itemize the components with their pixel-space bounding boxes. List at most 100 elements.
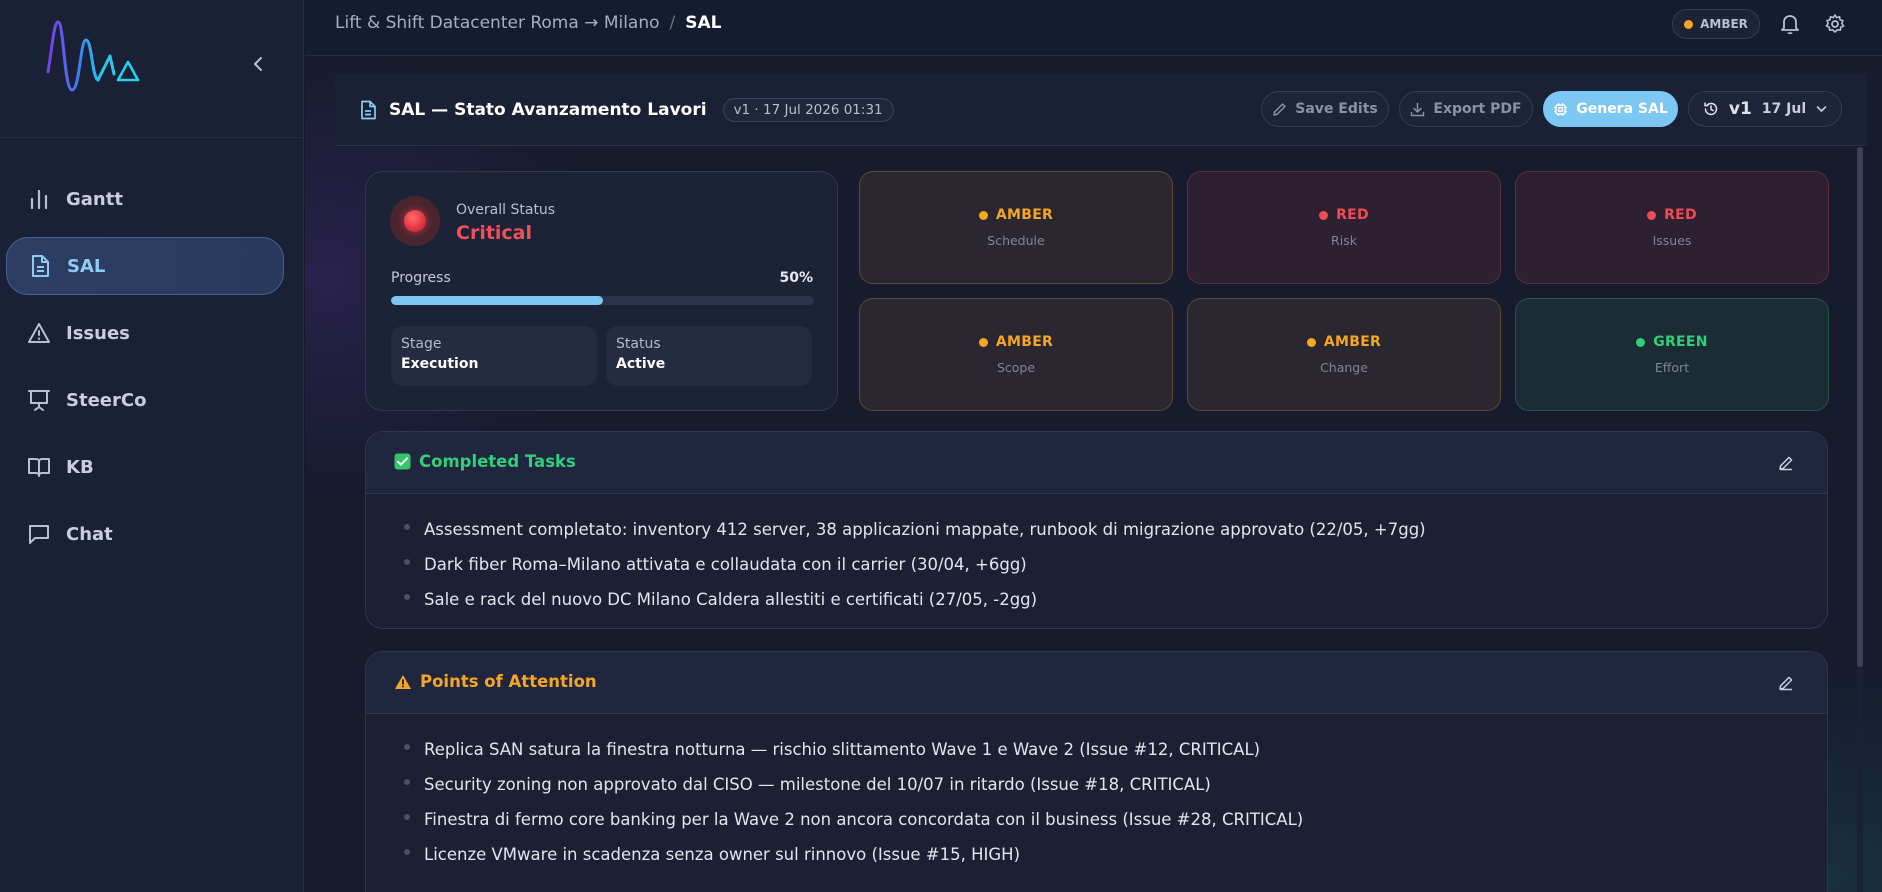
version-selector-value: v1 (1728, 99, 1752, 119)
rag-label: Change (1320, 360, 1368, 375)
book-icon (26, 454, 52, 480)
sidebar-nav: Gantt SAL Issues SteerCo KB Chat (0, 138, 303, 563)
notifications-button[interactable] (1778, 12, 1802, 36)
chevron-left-icon (254, 57, 262, 71)
status-badge-label: AMBER (1700, 17, 1748, 31)
bell-icon (1781, 15, 1799, 35)
sidebar-item-label: SAL (67, 255, 106, 277)
page-title: SAL — Stato Avanzamento Lavori (389, 100, 707, 120)
bullet (404, 558, 410, 565)
version-badge: v1 · 17 Jul 2026 01:31 (722, 98, 894, 122)
sidebar: Gantt SAL Issues SteerCo KB Chat (0, 0, 304, 892)
app-logo (46, 20, 140, 92)
sidebar-item-sal[interactable]: SAL (6, 237, 284, 295)
rag-status: AMBER (995, 207, 1054, 223)
pencil-icon (1779, 456, 1793, 471)
sidebar-item-issues[interactable]: Issues (6, 304, 284, 362)
genera-sal-button[interactable]: Genera SAL (1543, 91, 1678, 127)
rag-tile-effort: GREEN Effort (1515, 298, 1829, 411)
chip-icon (1554, 102, 1568, 116)
rag-label: Risk (1331, 233, 1357, 248)
rag-dot (1647, 210, 1657, 220)
breadcrumb-current: SAL (685, 13, 722, 33)
project-status-badge: AMBER (1672, 9, 1760, 39)
status-dot (1684, 19, 1694, 29)
bullet (404, 778, 410, 785)
list-item: Licenze VMware in scadenza senza owner s… (404, 837, 1827, 872)
rag-dot (1319, 210, 1329, 220)
sidebar-item-label: KB (66, 456, 94, 478)
completed-tasks-list: Assessment completato: inventory 412 ser… (366, 494, 1827, 617)
rag-status: AMBER (1323, 334, 1382, 350)
collapse-sidebar-button[interactable] (244, 50, 272, 78)
main-content: SAL — Stato Avanzamento Lavori v1 · 17 J… (305, 57, 1882, 892)
presentation-icon (26, 387, 52, 413)
rag-dot (978, 210, 988, 220)
rag-tile-scope: AMBER Scope (859, 298, 1173, 411)
sidebar-item-kb[interactable]: KB (6, 438, 284, 496)
rag-label: Issues (1652, 233, 1692, 248)
rag-label: Scope (996, 360, 1036, 375)
rag-status: RED (1336, 207, 1369, 223)
breadcrumb-separator: / (669, 13, 676, 33)
list-item: Security zoning non approvato dal CISO —… (404, 767, 1827, 802)
status-orb-light (404, 210, 426, 232)
sidebar-item-chat[interactable]: Chat (6, 505, 284, 563)
breadcrumb-project[interactable]: Lift & Shift Datacenter Roma → Milano (335, 13, 660, 33)
logo-area (0, 0, 303, 138)
bullet (404, 593, 410, 600)
rag-tile-issues: RED Issues (1515, 171, 1829, 284)
list-item-text: Sale e rack del nuovo DC Milano Caldera … (424, 590, 1038, 609)
document-icon (27, 253, 53, 279)
pencil-icon (1779, 676, 1793, 691)
bullet (404, 813, 410, 820)
checkbox-checked-icon (394, 453, 411, 470)
list-item: Assessment completato: inventory 412 ser… (404, 512, 1827, 547)
scrollbar-thumb[interactable] (1857, 147, 1863, 667)
rag-status: GREEN (1653, 334, 1708, 350)
points-of-attention-list: Replica SAN satura la finestra notturna … (366, 714, 1827, 872)
breadcrumb: Lift & Shift Datacenter Roma → Milano / … (335, 13, 722, 33)
progress-bar (391, 296, 814, 305)
rag-tile-risk: RED Risk (1187, 171, 1501, 284)
overall-status-label: Overall Status (456, 202, 556, 218)
edit-points-of-attention-button[interactable] (1775, 672, 1797, 694)
rag-dot (1636, 337, 1646, 347)
points-of-attention-title: Points of Attention (420, 672, 597, 691)
bullet (404, 523, 410, 530)
sidebar-item-gantt[interactable]: Gantt (6, 170, 284, 228)
rag-tile-schedule: AMBER Schedule (859, 171, 1173, 284)
rag-dot (1306, 337, 1316, 347)
stage-label: Stage (401, 336, 442, 352)
list-item-text: Dark fiber Roma–Milano attivata e collau… (424, 555, 1027, 574)
sidebar-item-label: Chat (66, 523, 113, 545)
overall-status-value: Critical (456, 222, 533, 244)
completed-tasks-section: Completed Tasks Assessment completato: i… (365, 431, 1828, 629)
export-pdf-button[interactable]: Export PDF (1399, 91, 1533, 127)
export-pdf-label: Export PDF (1433, 101, 1522, 117)
progress-bar-fill (391, 296, 603, 305)
list-item: Dark fiber Roma–Milano attivata e collau… (404, 547, 1827, 582)
edit-completed-tasks-button[interactable] (1775, 452, 1797, 474)
settings-button[interactable] (1823, 12, 1847, 36)
top-bar: Lift & Shift Datacenter Roma → Milano / … (305, 0, 1882, 56)
genera-sal-label: Genera SAL (1576, 101, 1668, 117)
download-icon (1411, 102, 1425, 116)
list-item-text: Security zoning non approvato dal CISO —… (424, 775, 1211, 794)
sidebar-item-steerco[interactable]: SteerCo (6, 371, 284, 429)
save-edits-button[interactable]: Save Edits (1261, 91, 1389, 127)
document-icon (361, 100, 376, 120)
list-item-text: Licenze VMware in scadenza senza owner s… (424, 845, 1021, 864)
section-header: Points of Attention (366, 652, 1827, 714)
list-item: Sale e rack del nuovo DC Milano Caldera … (404, 582, 1827, 617)
chat-bubble-icon (26, 521, 52, 547)
progress-percent: 50% (779, 270, 813, 286)
list-item-text: Finestra di fermo core banking per la Wa… (424, 810, 1304, 829)
status-value: Active (616, 356, 666, 372)
overall-status-card: Overall Status Critical Progress 50% Sta… (365, 171, 838, 411)
version-selector[interactable]: v1 17 Jul (1688, 91, 1842, 127)
pencil-icon (1273, 102, 1286, 116)
list-item: Replica SAN satura la finestra notturna … (404, 732, 1827, 767)
save-edits-label: Save Edits (1295, 101, 1378, 117)
gear-icon (1825, 14, 1845, 33)
